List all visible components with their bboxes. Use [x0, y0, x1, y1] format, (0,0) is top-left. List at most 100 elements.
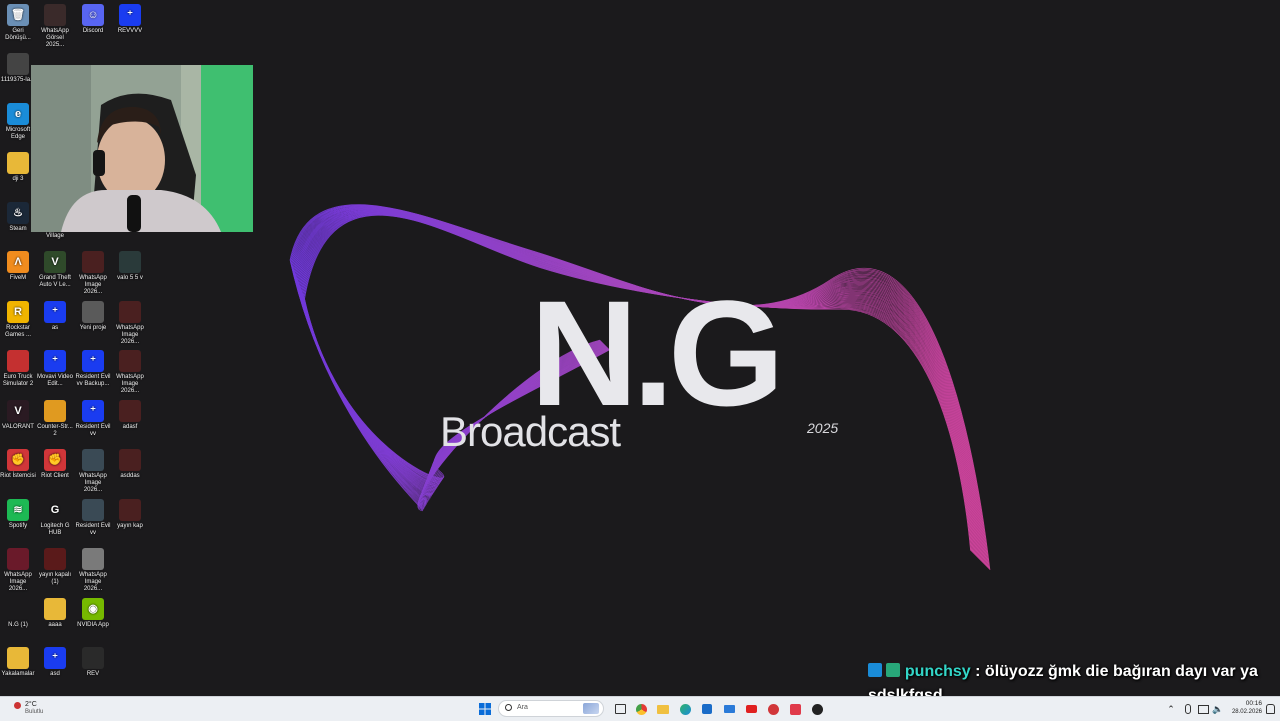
image-thumbnail-icon [44, 4, 66, 26]
app-shortcut-icon: ⁺ [119, 4, 141, 26]
desktop-icon-label: Logitech G HUB [40, 523, 70, 536]
desktop-icon[interactable]: ⁺ Resident Evil vv Backup... [75, 350, 111, 388]
desktop-icon[interactable]: WhatsApp Image 2026... [75, 251, 111, 296]
desktop-icon[interactable]: Yakalamalar [0, 647, 36, 678]
desktop-icon[interactable]: adasf [112, 400, 148, 431]
search-highlight-icon [583, 703, 599, 714]
microphone-icon[interactable] [1180, 701, 1196, 717]
steam-icon: ♨ [7, 202, 29, 224]
desktop-icon[interactable]: Λ FiveM [0, 251, 36, 282]
desktop-icon[interactable]: N.G (1) [0, 598, 36, 629]
desktop-icon[interactable]: G Logitech G HUB [37, 499, 73, 537]
desktop-icon[interactable]: Yeni proje [75, 301, 111, 332]
weather-widget[interactable]: 2°C Bulutlu [4, 700, 64, 718]
image-thumbnail-icon [7, 53, 29, 75]
video-thumbnail-icon [82, 647, 104, 669]
desktop-icon[interactable]: aaaa [37, 598, 73, 629]
wallpaper-year: 2025 [807, 420, 839, 436]
desktop-icon[interactable]: ⁺ Resident Evil vv [75, 400, 111, 438]
desktop-icon-label: WhatsApp Image 2026... [79, 275, 107, 295]
desktop-icon-label: WhatsApp Image 2026... [79, 572, 107, 592]
desktop-icon[interactable]: WhatsApp Image 2026... [75, 548, 111, 593]
desktop-icon[interactable]: Counter-Str... 2 [37, 400, 73, 438]
desktop-icon-label: N.G (1) [8, 622, 28, 628]
notification-bell-icon[interactable] [1262, 701, 1278, 717]
desktop-icon[interactable]: Resident Evil vv [75, 499, 111, 537]
app-shortcut-icon: ⁺ [44, 647, 66, 669]
image-thumbnail-icon [119, 449, 141, 471]
desktop-icon-label: Rockstar Games ... [4, 325, 31, 338]
desktop-icon[interactable]: ⁺ Movavi Video Edit... [37, 350, 73, 388]
chat-separator: : [970, 663, 985, 680]
app-shortcut-icon: ⁺ [44, 350, 66, 372]
desktop-icon-label: adasf [122, 424, 138, 430]
desktop-icon[interactable]: ✊ Riot Client [37, 449, 73, 480]
desktop-icon[interactable]: ◉ NVIDIA App [75, 598, 111, 629]
desktop-icon[interactable]: R Rockstar Games ... [0, 301, 36, 339]
start-button[interactable] [477, 701, 493, 717]
desktop-icon-label: yayın kapalı (1) [38, 572, 72, 585]
desktop-icon-label: WhatsApp Image 2026... [79, 473, 107, 493]
stream-chat-message: punchsy : ölüyozz ğmk die bağıran dayı v… [868, 660, 1268, 696]
desktop-icon[interactable]: WhatsApp Görsel 2025... [37, 4, 73, 49]
clock-date: 28.02.2026 [1231, 709, 1262, 715]
valorant-icon[interactable] [787, 701, 803, 717]
desktop-icon[interactable]: V Grand Theft Auto V Le... [37, 251, 73, 289]
chat-message-text-line2: sdşlkfgsd [868, 687, 943, 696]
chat-badge-icon [886, 663, 901, 677]
desktop-icon[interactable]: ⁺ as [37, 301, 73, 332]
desktop-icon[interactable]: yayın kap [112, 499, 148, 530]
desktop-icon-label: Yeni proje [79, 325, 107, 331]
desktop-icon[interactable]: Euro Truck Simulator 2 [0, 350, 36, 388]
desktop-icon[interactable]: WhatsApp Image 2026... [0, 548, 36, 593]
desktop-icon-label: Discord [82, 28, 104, 34]
desktop-icon[interactable]: asddas [112, 449, 148, 480]
store-app-icon[interactable] [699, 701, 715, 717]
desktop-icon[interactable]: V VALORANT [0, 400, 36, 431]
weather-temp: 2°C [25, 701, 37, 708]
discord-icon: ☺ [82, 4, 104, 26]
chat-badge-icon [868, 663, 882, 677]
volume-icon[interactable]: 🔈 [1210, 701, 1226, 717]
desktop-icon-label: asd [50, 671, 60, 677]
desktop-icon[interactable]: WhatsApp Image 2026... [112, 350, 148, 395]
desktop-icon-label: Grand Theft Auto V Le... [39, 275, 71, 288]
network-icon[interactable] [1195, 701, 1211, 717]
file-explorer-icon[interactable] [655, 701, 671, 717]
webcam-feed-image [31, 65, 253, 232]
desktop-icon[interactable]: ⁺ asd [37, 647, 73, 678]
taskbar-search-input[interactable]: Ara [498, 700, 604, 717]
desktop-icon[interactable]: ☺ Discord [75, 4, 111, 35]
desktop-icon[interactable]: yayın kapalı (1) [37, 548, 73, 586]
search-icon [505, 704, 512, 711]
task-view-icon[interactable] [612, 701, 628, 717]
desktop-icon[interactable]: ✊ Riot İstemcisi [0, 449, 36, 480]
desktop-icon-label: Movavi Video Edit... [37, 374, 73, 387]
chrome-icon[interactable] [633, 701, 649, 717]
app-shortcut-icon: ⁺ [44, 301, 66, 323]
fivem-icon: Λ [7, 251, 29, 273]
desktop-icon[interactable]: valo 5 5 v [112, 251, 148, 282]
desktop-icon-label: Riot Client [41, 473, 69, 479]
desktop-icon[interactable]: REV [75, 647, 111, 678]
desktop-icon[interactable]: WhatsApp Image 2026... [75, 449, 111, 494]
desktop-icon[interactable]: WhatsApp Image 2026... [112, 301, 148, 346]
desktop-icon[interactable]: 🗑 Geri Dönüşü... [0, 4, 36, 42]
desktop-icon[interactable]: ≋ Spotify [0, 499, 36, 530]
desktop-icon-label: WhatsApp Image 2026... [116, 325, 144, 345]
clock[interactable]: 00:16 28.02.2026 [1228, 700, 1262, 716]
edge-icon[interactable] [677, 701, 693, 717]
mail-icon[interactable] [721, 701, 737, 717]
desktop-icon-label: REVVVV [117, 28, 143, 34]
desktop-icon-label: yayın kap [117, 523, 143, 529]
desktop-icon[interactable]: ⁺ REVVVV [112, 4, 148, 35]
riot-client-icon[interactable] [765, 701, 781, 717]
desktop-icon-label: Resident Evil vv [75, 523, 111, 536]
youtube-icon[interactable] [743, 701, 759, 717]
wallpaper-subtitle: Broadcast [440, 408, 621, 455]
desktop-icon-label: valo 5 5 v [117, 275, 143, 281]
show-hidden-icons-chevron-icon[interactable]: ⌃ [1163, 701, 1179, 717]
riot-icon: ✊ [44, 449, 66, 471]
obs-icon[interactable] [809, 701, 825, 717]
desktop-icon-label: Resident Evil vv [75, 424, 111, 437]
